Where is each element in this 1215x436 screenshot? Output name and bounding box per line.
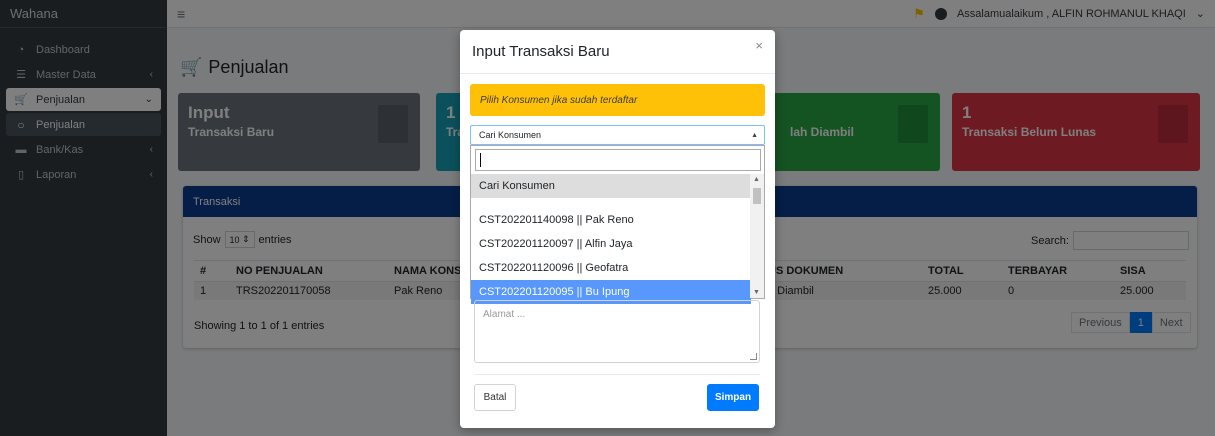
konsumen-dropdown: Cari Konsumen CST202201140098 || Pak Ren… xyxy=(470,145,765,304)
modal-footer-divider xyxy=(474,374,760,375)
konsumen-select[interactable]: Cari Konsumen ▲ xyxy=(470,125,765,145)
dropdown-option[interactable]: CST202201120096 || Geofatra xyxy=(471,256,751,280)
resize-handle-icon[interactable] xyxy=(750,353,757,360)
dropdown-option[interactable]: CST202201120097 || Alfin Jaya xyxy=(471,232,751,256)
input-transaksi-modal: Input Transaksi Baru × Pilih Konsumen ji… xyxy=(460,30,775,428)
save-button[interactable]: Simpan xyxy=(707,384,759,411)
cancel-button[interactable]: Batal xyxy=(474,384,516,411)
caret-up-icon: ▲ xyxy=(751,131,758,139)
modal-header: Input Transaksi Baru × xyxy=(460,30,775,74)
alamat-textarea[interactable]: Alamat ... xyxy=(474,300,760,363)
dropdown-option[interactable]: CST202201140098 || Pak Reno xyxy=(471,208,751,232)
dropdown-options: Cari Konsumen CST202201140098 || Pak Ren… xyxy=(471,174,751,304)
scroll-up-icon[interactable]: ▲ xyxy=(753,176,760,183)
close-icon[interactable]: × xyxy=(755,38,763,53)
info-alert: Pilih Konsumen jika sudah terdaftar xyxy=(470,84,765,116)
dropdown-option[interactable]: Cari Konsumen xyxy=(471,174,751,198)
dropdown-scrollbar[interactable]: ▲ ▼ xyxy=(750,174,764,298)
scroll-down-icon[interactable]: ▼ xyxy=(753,289,760,296)
modal-title: Input Transaksi Baru xyxy=(472,43,610,60)
dropdown-search-input[interactable] xyxy=(475,149,761,171)
scrollbar-thumb[interactable] xyxy=(753,188,761,204)
